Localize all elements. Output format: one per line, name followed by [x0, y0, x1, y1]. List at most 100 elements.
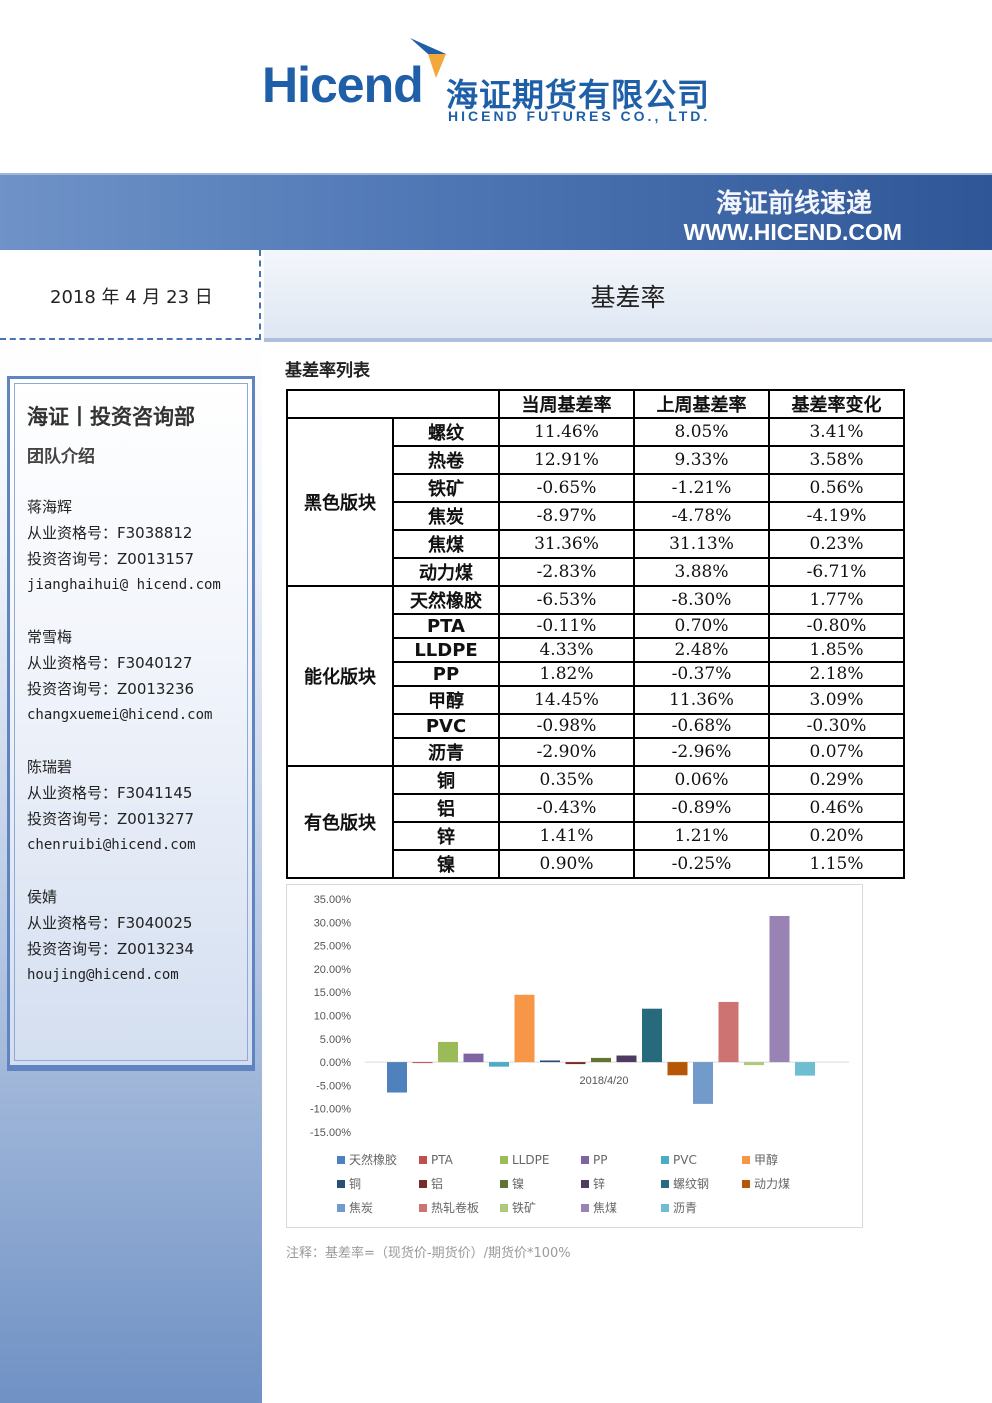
current-rate-cell: -0.43% [498, 793, 635, 823]
product-name: 螺纹 [392, 417, 500, 447]
table-header-row: 当周基差率 上周基差率 基差率变化 [286, 389, 905, 419]
bar-LLDPE [438, 1041, 458, 1063]
legend-label: 热轧卷板 [431, 1200, 479, 1215]
footnote: 注释：基差率=（现货价-期货价）/期货价*100% [286, 1246, 571, 1261]
team-intro-heading: 团队介绍 [27, 447, 95, 467]
last-rate-cell: -0.37% [633, 661, 770, 687]
bar-铁矿 [744, 1062, 764, 1066]
current-rate-cell: 14.45% [498, 685, 635, 715]
basis-rate-table: 当周基差率 上周基差率 基差率变化 黑色版块 螺纹 11.46% 8.05% 3.41%… [286, 389, 905, 879]
current-rate-cell: -6.53% [498, 585, 635, 615]
header-last-week: 上周基差率 [633, 389, 770, 419]
y-tick-label: 35.00% [314, 894, 352, 906]
company-logo: Hicend 海证期货有限公司 HICEND FUTURES CO., LTD. [262, 30, 732, 130]
last-rate-cell: -4.78% [633, 501, 770, 531]
current-rate-cell: -2.90% [498, 737, 635, 767]
y-tick-label: 5.00% [320, 1034, 351, 1046]
change-cell: 0.29% [768, 765, 905, 795]
legend-swatch [500, 1156, 508, 1164]
last-rate-cell: -8.30% [633, 585, 770, 615]
y-tick-label: -5.00% [316, 1080, 351, 1092]
y-tick-label: 30.00% [314, 917, 352, 929]
current-rate-cell: 1.82% [498, 661, 635, 687]
member-name: 侯婧 [27, 888, 58, 906]
member-consult-number: 投资咨询号：Z0013236 [27, 680, 195, 698]
bar-天然橡胶 [387, 1062, 407, 1093]
change-cell: -0.30% [768, 713, 905, 739]
change-cell: 0.07% [768, 737, 905, 767]
legend-label: 锌 [593, 1177, 605, 1191]
last-rate-cell: 0.70% [633, 613, 770, 639]
current-rate-cell: 0.90% [498, 849, 635, 879]
bar-铜 [540, 1060, 560, 1063]
change-cell: 1.85% [768, 637, 905, 663]
bar-热轧卷板 [718, 1001, 739, 1063]
bar-PTA [412, 1062, 433, 1064]
date-box: 2018 年 4 月 23 日 [0, 250, 261, 340]
team-member: 侯婧 从业资格号：F3040025 投资咨询号：Z0013234 houjing… [27, 884, 194, 988]
report-date: 2018 年 4 月 23 日 [50, 287, 213, 308]
last-rate-cell: 31.13% [633, 529, 770, 559]
member-email: houjing@hicend.com [27, 967, 179, 983]
change-cell: 2.18% [768, 661, 905, 687]
legend-swatch [581, 1180, 589, 1188]
header-change: 基差率变化 [768, 389, 905, 419]
legend-label: LLDPE [512, 1153, 549, 1167]
product-name: 沥青 [392, 737, 500, 767]
legend-label: PVC [673, 1153, 697, 1167]
current-rate-cell: -2.83% [498, 557, 635, 587]
last-rate-cell: 3.88% [633, 557, 770, 587]
product-name: 甲醇 [392, 685, 500, 715]
y-tick-label: -15.00% [310, 1127, 351, 1139]
current-rate-cell: -8.97% [498, 501, 635, 531]
member-consult-number: 投资咨询号：Z0013234 [27, 940, 195, 958]
legend-swatch [661, 1204, 669, 1212]
bar-螺纹钢 [642, 1008, 662, 1063]
banner-url: WWW.HICEND.COM [683, 219, 902, 245]
product-name: 镍 [392, 849, 500, 879]
bar-动力煤 [667, 1062, 688, 1076]
sector-name: 有色版块 [286, 765, 394, 879]
member-name: 蒋海辉 [27, 498, 73, 516]
last-rate-cell: 2.48% [633, 637, 770, 663]
legend-label: 天然橡胶 [349, 1152, 397, 1167]
change-cell: 0.46% [768, 793, 905, 823]
legend-label: 螺纹钢 [673, 1177, 709, 1191]
member-email: chenruibi@hicend.com [27, 837, 196, 853]
member-consult-number: 投资咨询号：Z0013157 [27, 550, 195, 568]
legend-label: 焦炭 [349, 1201, 373, 1215]
table-row: 能化版块 天然橡胶 -6.53% -8.30% 1.77% [286, 585, 905, 767]
bar-PP [463, 1053, 484, 1063]
legend-swatch [661, 1156, 669, 1164]
legend-swatch [742, 1156, 750, 1164]
chart-svg: 35.00% 30.00% 25.00% 20.00% 15.00% 10.00% 5.00… [310, 894, 849, 1215]
bar-PVC [489, 1062, 509, 1067]
sector-name: 黑色版块 [286, 417, 394, 587]
department-name: 海证丨投资咨询部 [27, 405, 195, 429]
y-tick-label: 0.00% [320, 1057, 351, 1069]
team-member: 常雪梅 从业资格号：F3040127 投资咨询号：Z0013236 changx… [27, 624, 212, 728]
member-license: 从业资格号：F3038812 [27, 524, 193, 542]
member-email: jianghaihui@ hicend.com [27, 577, 221, 593]
basis-rate-chart: 35.00% 30.00% 25.00% 20.00% 15.00% 10.00% 5.00… [286, 884, 863, 1228]
legend-swatch [419, 1180, 427, 1188]
legend-label: 铜 [349, 1176, 361, 1191]
report-title: 基差率 [590, 283, 666, 312]
bar-锌 [616, 1055, 637, 1063]
y-tick-label: 20.00% [314, 964, 352, 976]
product-name: 铁矿 [392, 473, 500, 503]
current-rate-cell: -0.98% [498, 713, 635, 739]
last-rate-cell: 1.21% [633, 821, 770, 851]
change-cell: 0.23% [768, 529, 905, 559]
header-blank-cell [286, 389, 500, 419]
legend-swatch [337, 1156, 345, 1164]
title-box: 基差率 [264, 250, 992, 342]
header-banner: 海证前线速递 WWW.HICEND.COM [0, 173, 992, 250]
member-name: 陈瑞碧 [27, 758, 73, 776]
legend-swatch [419, 1204, 427, 1212]
product-name: 铝 [392, 793, 500, 823]
legend-swatch [742, 1180, 750, 1188]
table-row: 有色版块铜 0.35% 0.06% 0.29% [286, 765, 905, 879]
legend-swatch [337, 1180, 345, 1188]
bar-铝 [565, 1062, 586, 1065]
